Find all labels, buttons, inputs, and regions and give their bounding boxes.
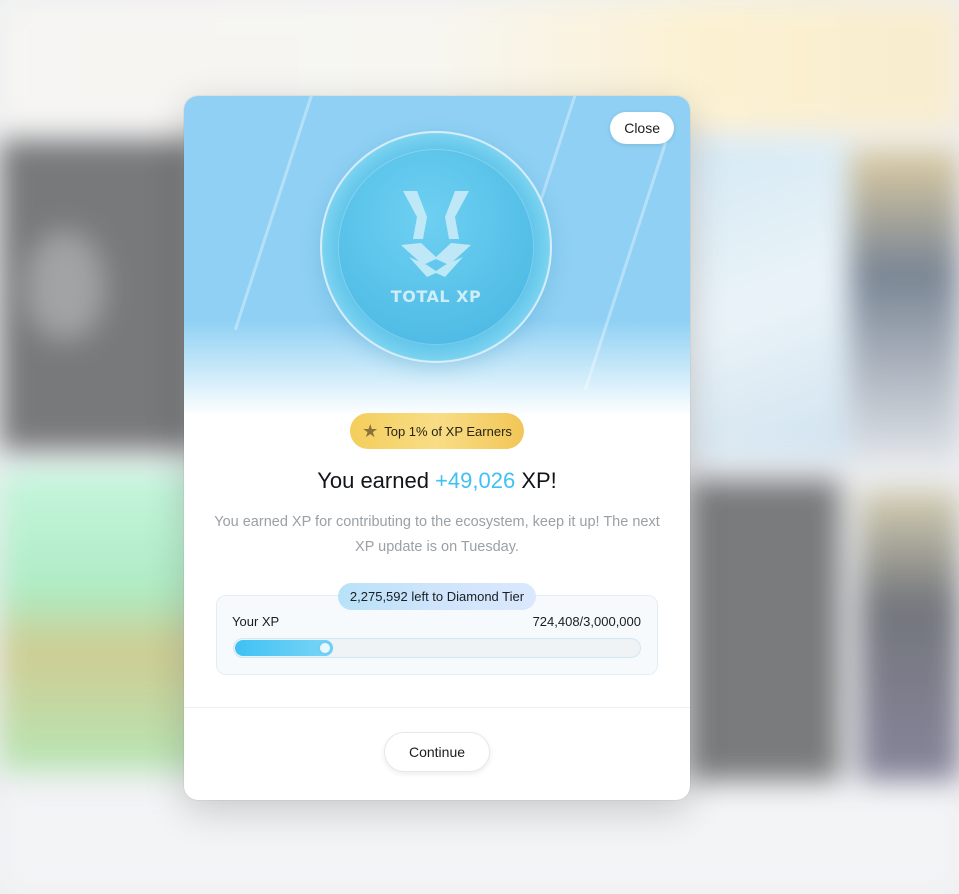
headline-prefix: You earned [317, 468, 436, 493]
tier-remaining-pill: 2,275,592 left to Diamond Tier [338, 583, 536, 610]
headline-suffix: XP! [515, 468, 557, 493]
badge-label: Top 1% of XP Earners [384, 423, 512, 439]
tri-chevron-logo-icon [401, 191, 471, 277]
modal-hero: TOTAL XP Close [184, 96, 690, 416]
top-earner-badge: ★ Top 1% of XP Earners [350, 413, 524, 449]
footer-divider [184, 707, 690, 708]
xp-progress-value: 724,408/3,000,000 [532, 614, 641, 629]
coin-label: TOTAL XP [390, 287, 482, 306]
xp-progress-bar [233, 638, 641, 658]
continue-button[interactable]: Continue [384, 732, 490, 772]
coin-face: TOTAL XP [338, 149, 534, 345]
earned-description: You earned XP for contributing to the ec… [214, 514, 660, 555]
hero-light-streak [233, 96, 318, 331]
xp-progress-knob [317, 640, 333, 656]
earned-headline: You earned +49,026 XP! [184, 468, 690, 494]
your-xp-label: Your XP [232, 614, 280, 629]
xp-earned-modal: TOTAL XP Close ★ Top 1% of XP Earners Yo… [184, 96, 690, 800]
hero-light-streak [583, 141, 668, 391]
close-button[interactable]: Close [610, 112, 674, 144]
xp-gained-value: +49,026 [435, 468, 516, 493]
star-icon: ★ [362, 421, 379, 441]
total-xp-coin: TOTAL XP [322, 133, 550, 361]
